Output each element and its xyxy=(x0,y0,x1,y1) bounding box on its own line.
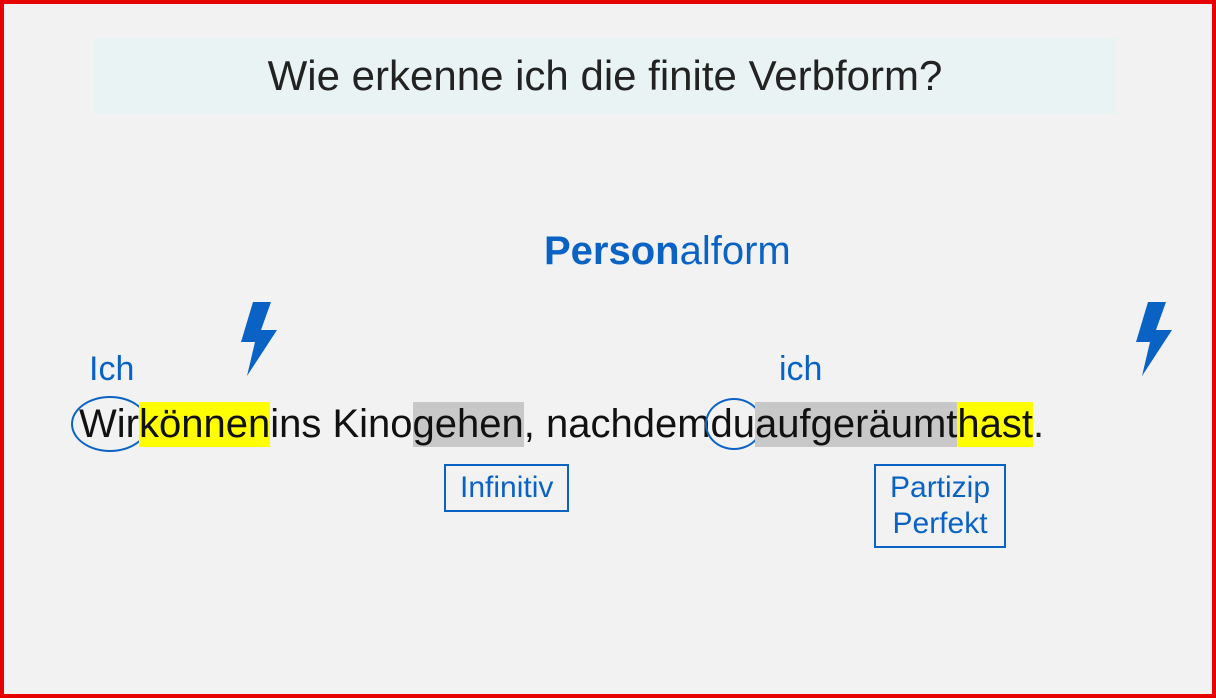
lightning-icon-1 xyxy=(239,302,279,376)
word-du-text: du xyxy=(711,402,756,446)
title-box: Wie erkenne ich die finite Verbform? xyxy=(94,38,1116,114)
lightning-icon-2 xyxy=(1134,302,1174,376)
pronoun-label-ich-2: ich xyxy=(779,350,822,389)
text-ins-kino: ins Kino xyxy=(270,402,412,447)
word-du: du xyxy=(711,402,756,447)
annotation-partizip-perfekt: Partizip Perfekt xyxy=(874,464,1006,548)
title-text: Wie erkenne ich die finite Verbform? xyxy=(268,52,943,99)
annotation-infinitiv-text: Infinitiv xyxy=(460,471,553,504)
word-aufgeraeumt: aufgeräumt xyxy=(755,402,957,447)
word-koennen: können xyxy=(139,402,270,447)
word-wir: Wir xyxy=(79,402,139,447)
text-nachdem: , nachdem xyxy=(524,402,711,447)
annotation-infinitiv: Infinitiv xyxy=(444,464,569,512)
period: . xyxy=(1033,402,1044,447)
word-wir-text: Wir xyxy=(79,402,139,446)
heading-rest: alform xyxy=(680,229,791,273)
heading-personalform: Personalform xyxy=(544,229,791,274)
sentence: Wir können ins Kino gehen, nachdem du au… xyxy=(79,402,1044,447)
heading-bold: Person xyxy=(544,229,680,273)
word-hast: hast xyxy=(957,402,1033,447)
word-gehen: gehen xyxy=(413,402,524,447)
annotation-partizip-line2: Perfekt xyxy=(893,507,988,540)
pronoun-label-ich-1: Ich xyxy=(89,350,134,389)
annotation-partizip-line1: Partizip xyxy=(890,471,990,504)
